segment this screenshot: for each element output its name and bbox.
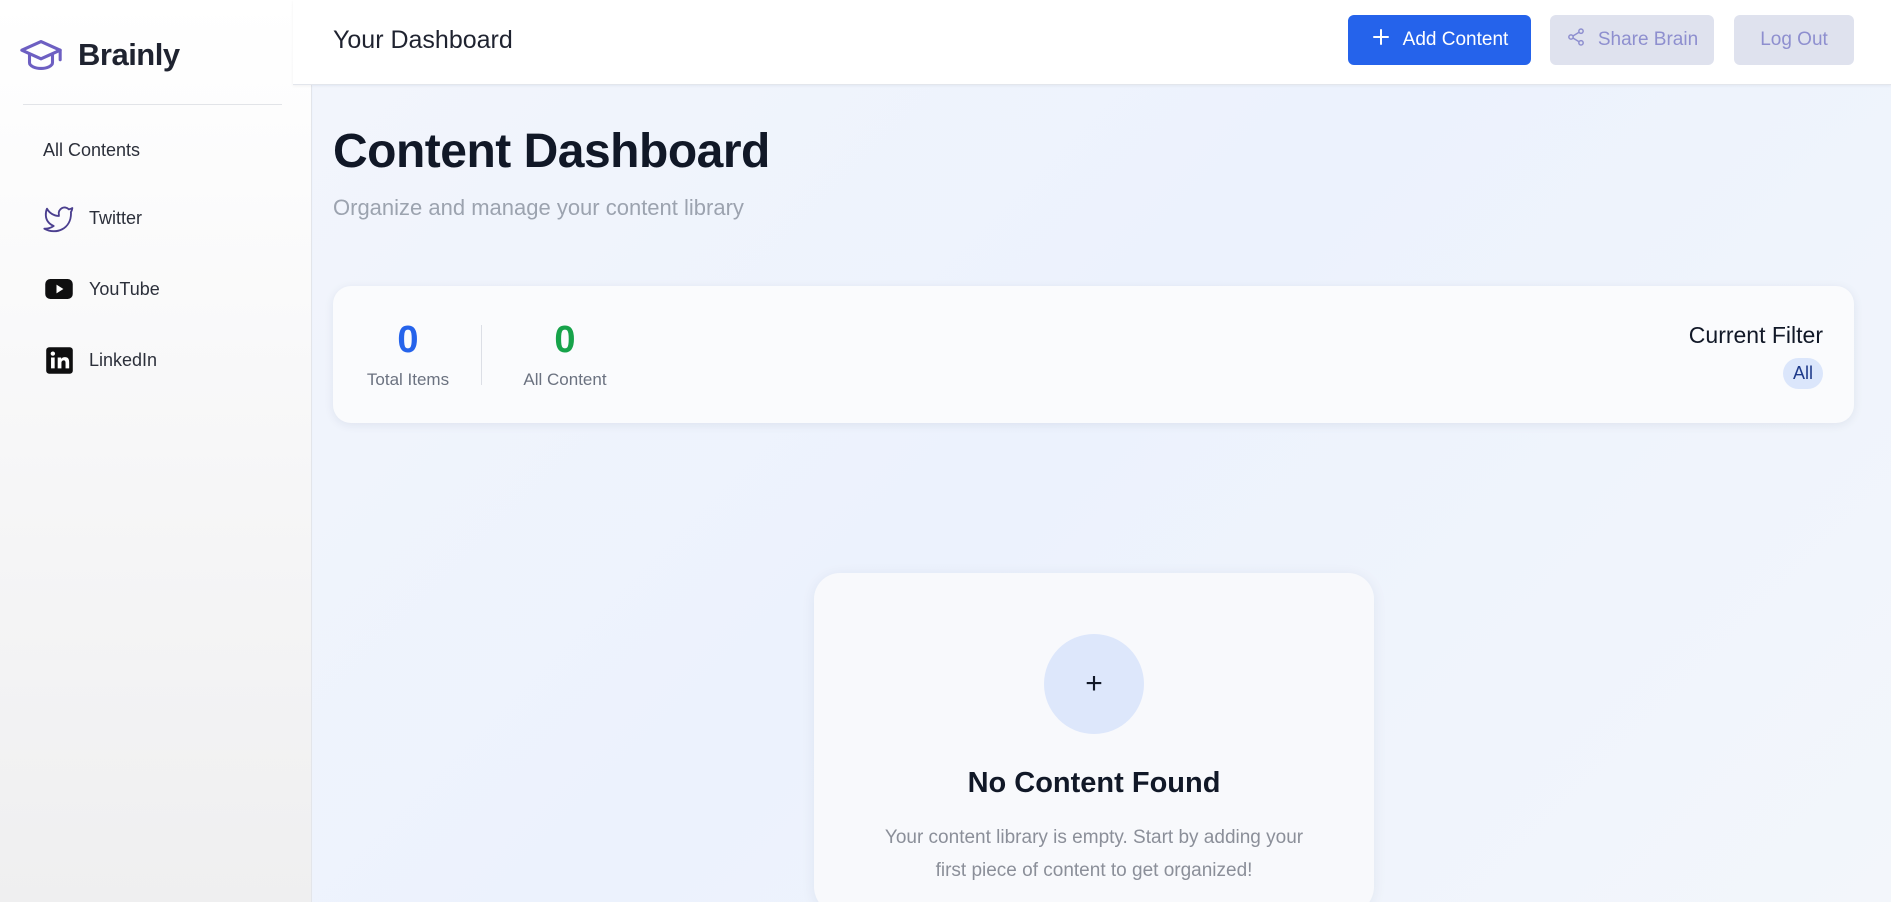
stat-label: All Content [523,369,607,389]
sidebar-nav: All Contents Twitter YouTube LinkedIn [22,128,290,382]
stat-label: Total Items [366,369,450,389]
stat-all-content: 0 All Content [505,319,625,390]
empty-state-card: + No Content Found Your content library … [814,573,1374,902]
youtube-icon [43,273,75,305]
empty-state-title: No Content Found [967,767,1221,799]
empty-state-text: Your content library is empty. Start by … [884,827,1304,881]
add-content-button[interactable]: Add Content [1348,15,1531,65]
stat-value: 0 [554,319,576,361]
sidebar-divider [23,104,282,105]
sidebar: Brainly All Contents Twitter YouTube Lin… [0,0,312,902]
top-bar: Your Dashboard Add Content Share Brain L… [293,0,1891,85]
empty-plus-icon[interactable]: + [1044,634,1144,734]
sidebar-item-youtube[interactable]: YouTube [22,267,290,311]
share-brain-label: Share Brain [1597,29,1699,50]
twitter-icon [43,202,75,234]
sidebar-item-label: LinkedIn [89,349,158,370]
share-icon [1566,27,1586,53]
current-filter: Current Filter All [1689,322,1823,389]
sidebar-item-all-contents[interactable]: All Contents [22,128,290,172]
page-title: Content Dashboard [333,125,770,178]
share-brain-button[interactable]: Share Brain [1550,15,1714,65]
plus-icon [1371,27,1391,53]
sidebar-item-label: YouTube [89,278,160,299]
sidebar-item-label: Twitter [89,207,143,228]
brand-name: Brainly [78,37,180,72]
page-subtitle: Organize and manage your content library [333,195,744,220]
filter-title: Current Filter [1688,322,1823,348]
sidebar-item-twitter[interactable]: Twitter [22,196,290,240]
log-out-button[interactable]: Log Out [1734,15,1854,65]
add-content-label: Add Content [1402,29,1509,50]
graduation-cap-icon [18,32,64,78]
stat-total-items: 0 Total Items [363,319,453,390]
brand[interactable]: Brainly [18,32,180,78]
stat-value: 0 [397,319,419,361]
stat-divider [481,325,482,385]
sidebar-item-linkedin[interactable]: LinkedIn [22,338,290,382]
sidebar-item-label: All Contents [43,139,141,160]
stats-card: 0 Total Items 0 All Content Current Filt… [333,286,1854,423]
log-out-label: Log Out [1760,29,1828,50]
filter-badge[interactable]: All [1782,358,1823,389]
linkedin-icon [43,344,75,376]
header-title: Your Dashboard [333,26,513,54]
